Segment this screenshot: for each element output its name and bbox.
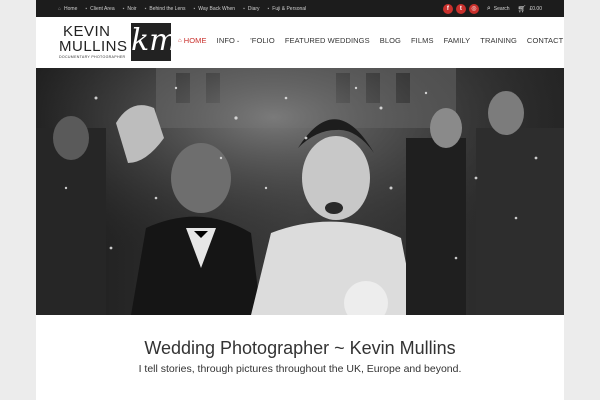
top-link-way-back-when[interactable]: ▪ Way Back When bbox=[194, 6, 236, 12]
nav-item-films[interactable]: FILMS bbox=[411, 36, 434, 45]
nav-item-blog[interactable]: BLOG bbox=[380, 36, 401, 45]
search-button[interactable]: ⌕ Search bbox=[487, 5, 510, 13]
twitter-icon[interactable]: t bbox=[455, 3, 466, 14]
instagram-icon[interactable]: ◎ bbox=[468, 3, 479, 14]
logo-line-2: MULLINS bbox=[59, 38, 128, 55]
home-icon: ⌂ bbox=[178, 37, 182, 44]
top-link-behind-the-lens[interactable]: ▪ Behind the Lens bbox=[145, 6, 186, 12]
top-links: ⌂ Home ▪ Client Area ▪ Noir ▪ Behind the… bbox=[36, 6, 314, 12]
top-link-noir[interactable]: ▪ Noir bbox=[123, 6, 137, 12]
top-link-label: Diary bbox=[247, 5, 260, 12]
top-link-label: Behind the Lens bbox=[149, 5, 186, 12]
site-logo[interactable]: KEVIN MULLINS DOCUMENTARY PHOTOGRAPHER k… bbox=[59, 22, 178, 62]
nav-item-training[interactable]: TRAINING bbox=[480, 36, 517, 45]
facebook-icon[interactable]: f bbox=[442, 3, 453, 14]
search-icon: ⌕ bbox=[486, 4, 491, 12]
hero-image bbox=[36, 68, 564, 315]
nav-item-label: CONTACT bbox=[526, 36, 564, 45]
user-icon: ▪ bbox=[85, 5, 88, 12]
nav-item-contact[interactable]: CONTACT bbox=[527, 36, 563, 45]
top-link-label: Noir bbox=[127, 5, 137, 12]
camera-icon: ▪ bbox=[144, 5, 147, 12]
top-link-label: Client Area bbox=[90, 5, 115, 12]
nav-item-label: INFO bbox=[216, 36, 235, 45]
camera-icon: ▪ bbox=[267, 5, 270, 12]
page-title: Wedding Photographer ~ Kevin Mullins bbox=[144, 338, 456, 358]
cart-button[interactable]: 🛒︎ £0.00 bbox=[518, 5, 542, 13]
nav-item-folio[interactable]: 'FOLIO bbox=[250, 36, 275, 45]
nav-item-label: FILMS bbox=[410, 36, 434, 45]
nav-item-label: TRAINING bbox=[480, 36, 517, 45]
top-link-label: Home bbox=[64, 5, 78, 12]
book-icon: ▪ bbox=[243, 5, 245, 12]
top-link-label: Fuji & Personal bbox=[272, 5, 307, 12]
top-link-fuji-personal[interactable]: ▪ Fuji & Personal bbox=[268, 6, 307, 12]
cart-icon: 🛒︎ bbox=[517, 5, 527, 13]
nav-item-label: HOME bbox=[183, 36, 207, 45]
nav-item-label: FEATURED WEDDINGS bbox=[284, 36, 370, 45]
top-link-diary[interactable]: ▪ Diary bbox=[243, 6, 259, 12]
nav-item-home[interactable]: ⌂ HOME bbox=[178, 36, 207, 45]
nav-item-label: BLOG bbox=[379, 36, 401, 45]
top-link-home[interactable]: ⌂ Home bbox=[58, 6, 77, 12]
clock-icon: ▪ bbox=[193, 5, 196, 12]
nav-item-family[interactable]: FAMILY bbox=[444, 36, 471, 45]
chevron-down-icon: ⌄ bbox=[235, 37, 241, 44]
home-icon: ⌂ bbox=[58, 5, 62, 12]
nav-item-label: 'FOLIO bbox=[250, 36, 275, 45]
top-link-label: Way Back When bbox=[198, 5, 236, 12]
search-label: Search bbox=[493, 5, 510, 12]
nav-item-label: FAMILY bbox=[443, 36, 471, 45]
main-nav: ⌂ HOME INFO ⌄ 'FOLIO FEATURED WEDDINGS B… bbox=[178, 36, 573, 45]
camera-icon: ▪ bbox=[122, 5, 125, 12]
hero-photo bbox=[36, 68, 564, 315]
logo-tagline: DOCUMENTARY PHOTOGRAPHER bbox=[59, 55, 126, 59]
nav-item-info[interactable]: INFO ⌄ bbox=[217, 36, 241, 45]
site-container: ⌂ Home ▪ Client Area ▪ Noir ▪ Behind the… bbox=[36, 0, 564, 400]
logo-line-1: KEVIN bbox=[63, 23, 111, 40]
page-subtitle: I tell stories, through pictures through… bbox=[138, 363, 462, 375]
top-right-tools: f t ◎ ⌕ Search 🛒︎ £0.00 bbox=[440, 0, 542, 17]
site-header: KEVIN MULLINS DOCUMENTARY PHOTOGRAPHER k… bbox=[36, 17, 564, 68]
cart-total: £0.00 bbox=[529, 5, 542, 12]
top-link-client-area[interactable]: ▪ Client Area bbox=[85, 6, 114, 12]
nav-item-featured-weddings[interactable]: FEATURED WEDDINGS bbox=[285, 36, 370, 45]
top-bar: ⌂ Home ▪ Client Area ▪ Noir ▪ Behind the… bbox=[36, 0, 564, 17]
logo-monogram: km bbox=[131, 23, 178, 61]
